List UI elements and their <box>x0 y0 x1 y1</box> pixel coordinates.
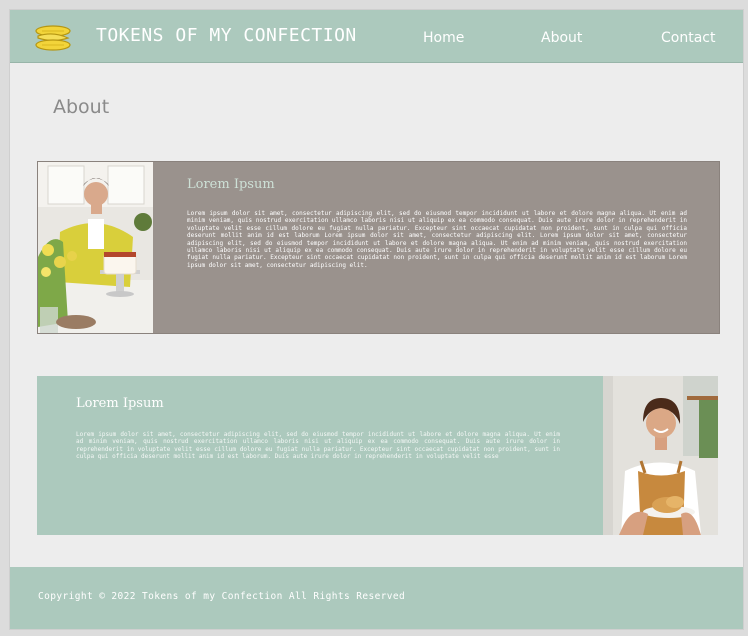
copyright-text: Copyright © 2022 Tokens of my Confection… <box>38 591 406 602</box>
card-1-text: Lorem ipsum dolor sit amet, consectetur … <box>187 210 687 269</box>
page-title: About <box>53 96 110 118</box>
nav-about[interactable]: About <box>541 30 582 46</box>
card-1-title: Lorem Ipsum <box>187 177 275 192</box>
about-card-1: Lorem Ipsum Lorem ipsum dolor sit amet, … <box>37 161 720 334</box>
about-card-2: Lorem Ipsum Lorem ipsum dolor sit amet, … <box>37 376 718 535</box>
baker-bread-photo <box>603 376 718 535</box>
logo-icon[interactable] <box>34 24 72 52</box>
card-2-title: Lorem Ipsum <box>76 396 164 411</box>
card-2-text: Lorem ipsum dolor sit amet, consectetur … <box>76 431 560 461</box>
brand-title[interactable]: TOKENS OF MY CONFECTION <box>96 25 357 46</box>
page-frame: TOKENS OF MY CONFECTION Home About Conta… <box>9 9 744 630</box>
nav-home[interactable]: Home <box>423 30 464 46</box>
nav-contact[interactable]: Contact <box>661 30 715 46</box>
baker-cake-photo <box>38 162 153 333</box>
site-footer: Copyright © 2022 Tokens of my Confection… <box>10 567 743 629</box>
site-header: TOKENS OF MY CONFECTION Home About Conta… <box>10 10 743 63</box>
